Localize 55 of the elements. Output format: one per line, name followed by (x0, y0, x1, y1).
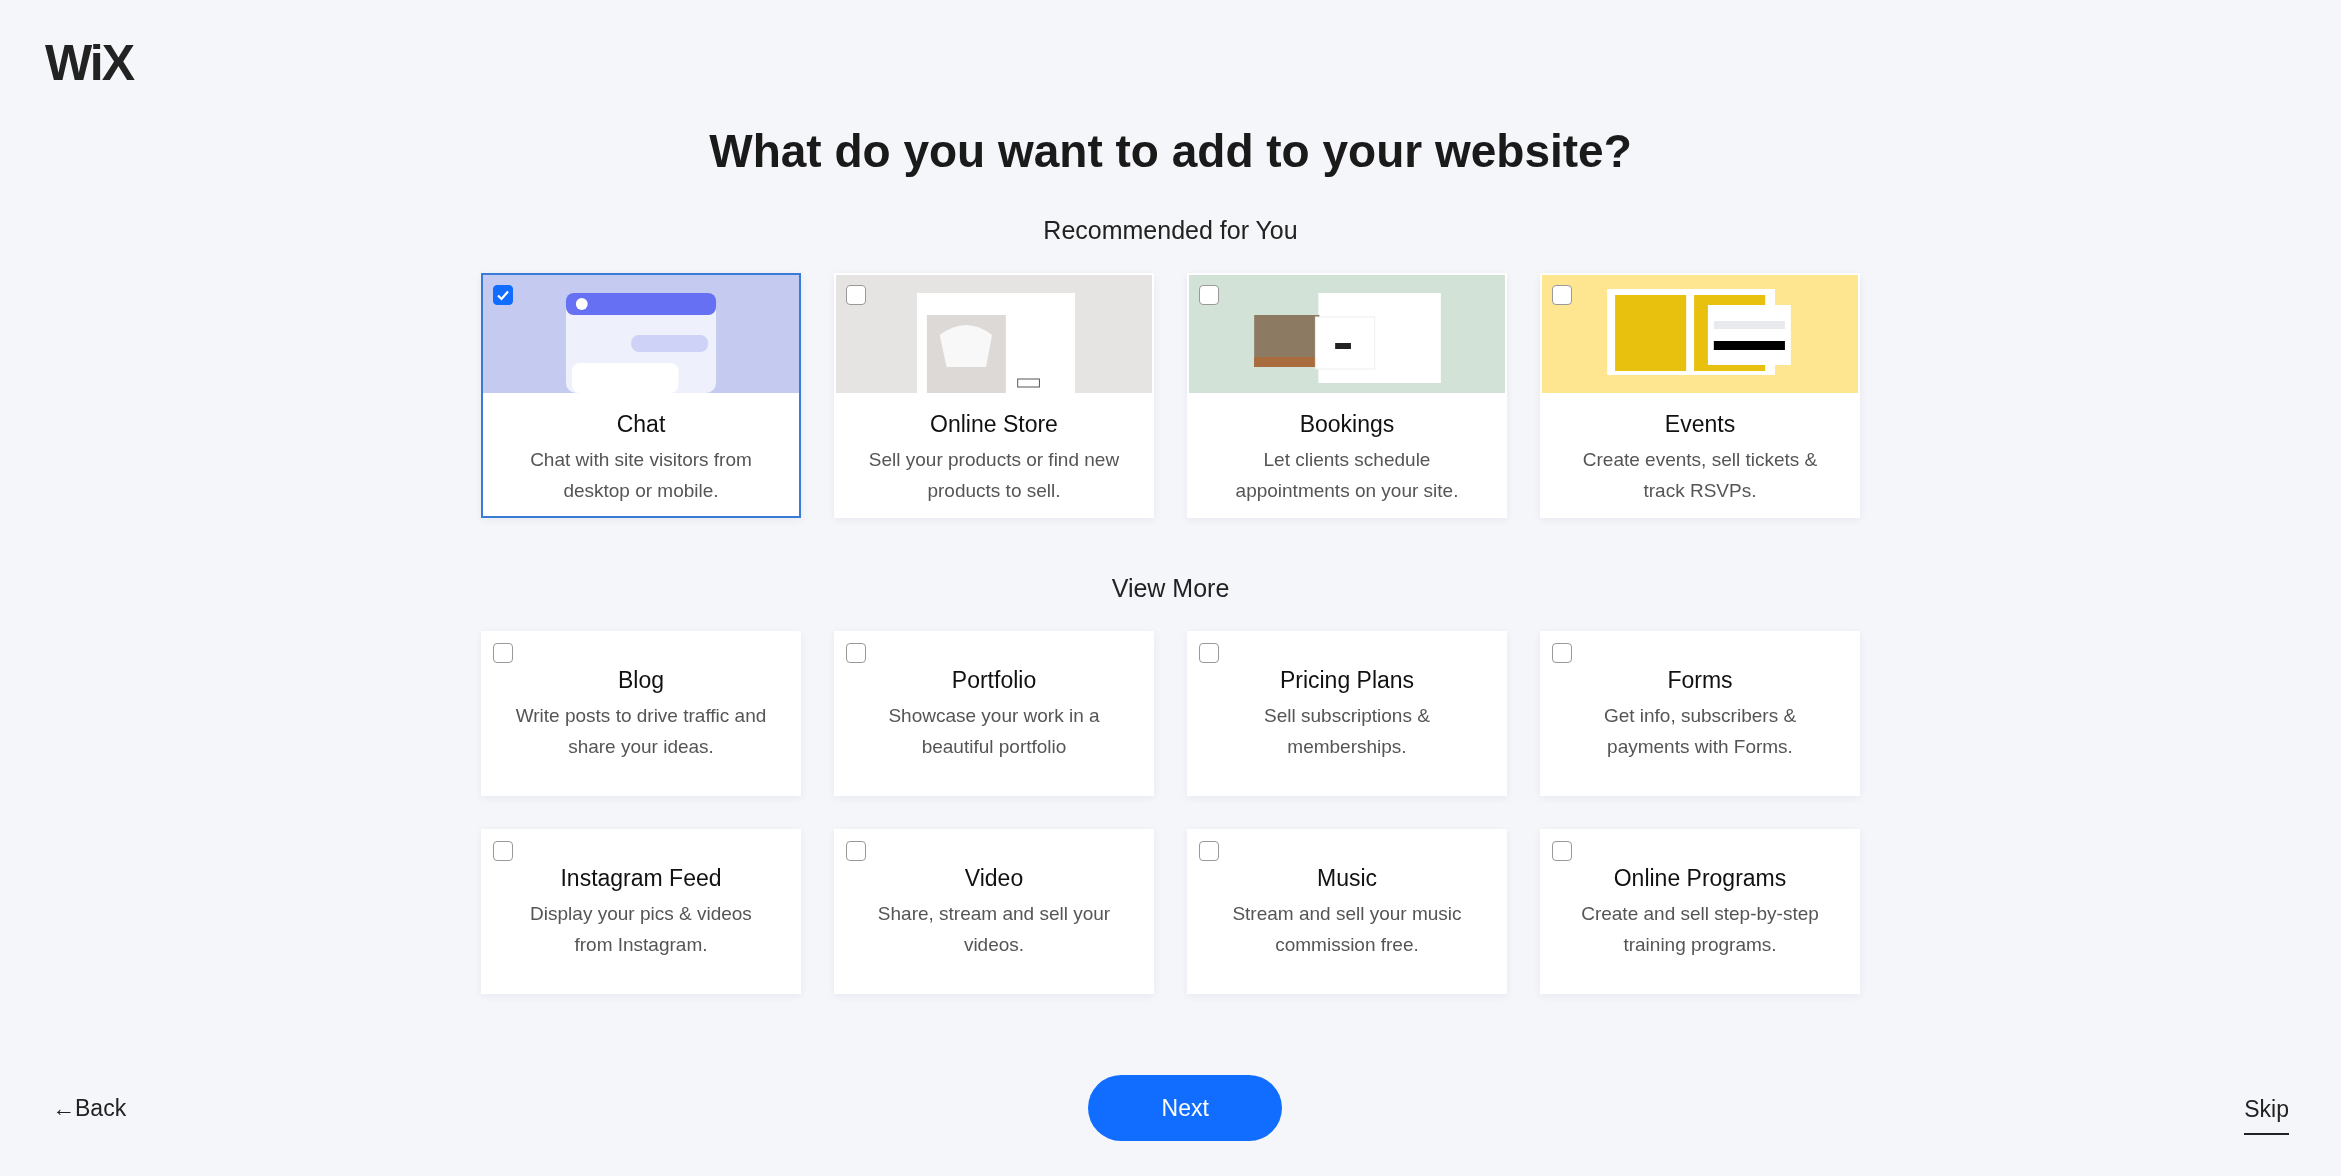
option-card[interactable]: Online Store Sell your products or find new products to sell. (834, 273, 1154, 518)
skip-link[interactable]: Skip (2244, 1095, 2289, 1135)
option-card[interactable]: Chat Chat with site visitors from desktop or mobile. (481, 273, 801, 518)
card-description: Create events, sell tickets & track RSVPs. (1581, 448, 1819, 503)
section-heading: Recommended for You (1043, 218, 1298, 243)
check-icon (496, 288, 510, 302)
card-title: Music (1316, 867, 1378, 890)
card-description: Showcase your work in a beautiful portfolio (887, 704, 1101, 759)
option-card[interactable]: Instagram Feed Display your pics & videos from Instagram. (481, 829, 801, 994)
section-heading: View More (1111, 576, 1230, 601)
checkbox[interactable] (1552, 643, 1572, 663)
option-card[interactable]: Online Programs Create and sell step-by-step training programs. (1540, 829, 1860, 994)
card-title: Instagram Feed (560, 867, 722, 890)
option-card[interactable]: Forms Get info, subscribers & payments with Forms. (1540, 631, 1860, 796)
checkbox[interactable] (846, 841, 866, 861)
card-description: Display your pics & videos from Instagram. (529, 902, 753, 957)
checkbox[interactable] (846, 285, 866, 305)
checkbox[interactable] (846, 643, 866, 663)
card-description: Share, stream and sell your videos. (876, 902, 1112, 957)
logo: WiX (45, 38, 133, 88)
option-card[interactable]: Music Stream and sell your music commission free. (1187, 829, 1507, 994)
checkbox[interactable] (493, 285, 513, 305)
card-description: Create and sell step-by-step training programs. (1580, 902, 1820, 957)
card-title: Online Store (930, 413, 1058, 436)
option-card[interactable]: Blog Write posts to drive traffic and share your ideas. (481, 631, 801, 796)
next-button[interactable]: Next (1088, 1075, 1283, 1141)
option-card[interactable]: Events Create events, sell tickets & track RSVPs. (1540, 273, 1860, 518)
card-description: Write posts to drive traffic and share your ideas. (514, 704, 768, 759)
checkbox[interactable] (1199, 643, 1219, 663)
card-title: Chat (616, 413, 666, 436)
card-title: Online Programs (1613, 867, 1787, 890)
card-description: Sell subscriptions & memberships. (1263, 704, 1431, 759)
checkbox[interactable] (1199, 841, 1219, 861)
checkbox[interactable] (1552, 841, 1572, 861)
card-title: Bookings (1299, 413, 1395, 436)
card-title: Portfolio (951, 669, 1037, 692)
option-card[interactable]: Bookings Let clients schedule appointments on your site. (1187, 273, 1507, 518)
checkbox[interactable] (493, 841, 513, 861)
checkbox[interactable] (493, 643, 513, 663)
back-link[interactable]: ←Back (52, 1094, 127, 1122)
card-description: Chat with site visitors from desktop or mobile. (529, 448, 753, 503)
checkbox[interactable] (1199, 285, 1219, 305)
card-title: Events (1664, 413, 1736, 436)
card-description: Get info, subscribers & payments with Forms. (1602, 704, 1798, 759)
option-card[interactable]: Pricing Plans Sell subscriptions & memberships. (1187, 631, 1507, 796)
card-title: Forms (1667, 669, 1733, 692)
card-title: Pricing Plans (1279, 669, 1415, 692)
card-title: Blog (617, 669, 664, 692)
option-card[interactable]: Video Share, stream and sell your videos. (834, 829, 1154, 994)
option-card[interactable]: Portfolio Showcase your work in a beautiful portfolio (834, 631, 1154, 796)
card-description: Let clients schedule appointments on your site. (1234, 448, 1460, 503)
checkbox[interactable] (1552, 285, 1572, 305)
card-description: Stream and sell your music commission free. (1231, 902, 1463, 957)
card-description: Sell your products or find new products to sell. (867, 448, 1121, 503)
card-title: Video (964, 867, 1024, 890)
